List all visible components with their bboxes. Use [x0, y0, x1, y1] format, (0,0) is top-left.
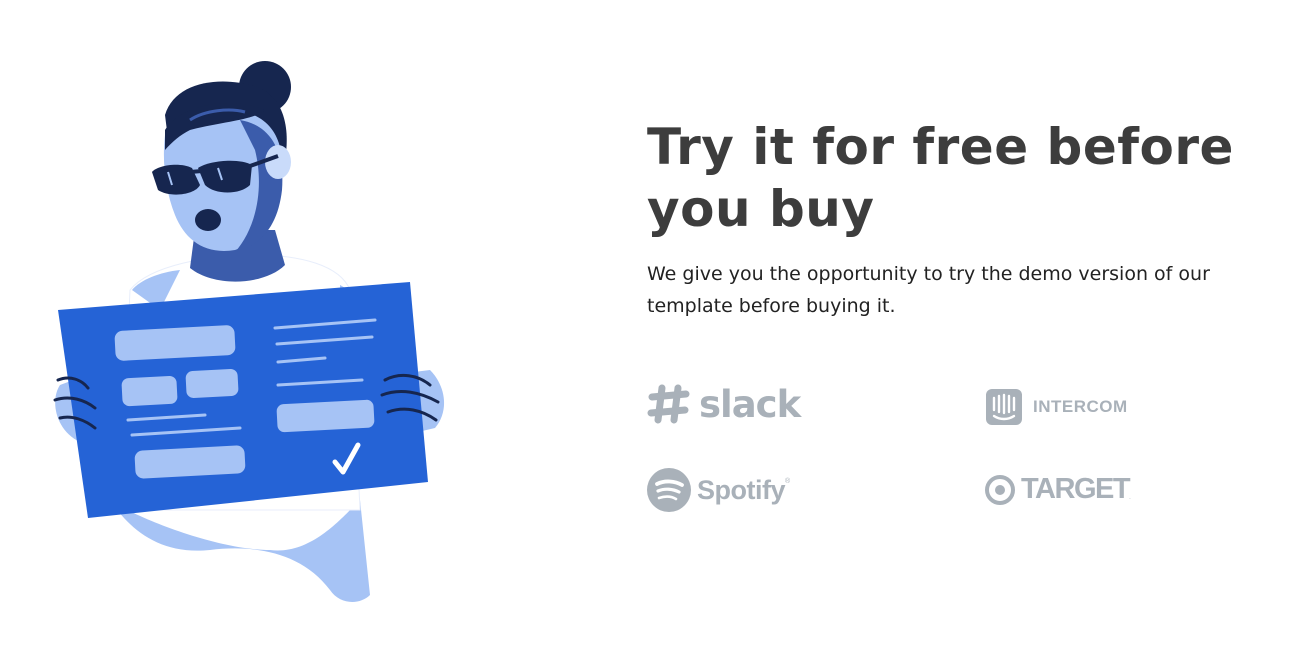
hero-illustration	[40, 50, 460, 610]
intercom-logo: INTERCOM	[986, 389, 1128, 425]
spotify-logo: Spotify ®	[647, 468, 790, 512]
target-trademark-dot: .	[1129, 495, 1131, 501]
slack-logo: slack	[647, 382, 801, 426]
spotify-wordmark: Spotify	[697, 474, 786, 505]
slack-hash-icon	[647, 384, 690, 424]
hero-content: Try it for free before you buy We give y…	[647, 116, 1267, 322]
woman-holding-sign-illustration	[53, 61, 445, 602]
target-bullseye-icon	[985, 474, 1015, 505]
spotify-registered-mark: ®	[785, 478, 791, 485]
intercom-wordmark: INTERCOM	[1033, 397, 1128, 416]
hero-subtext: We give you the opportunity to try the d…	[647, 263, 1210, 317]
slack-wordmark: slack	[699, 382, 801, 426]
client-logos: slack INTERCOM Spotify ® TARGET .	[647, 380, 1167, 520]
hero-headline: Try it for free before you buy	[647, 118, 1234, 238]
target-logo: TARGET .	[985, 473, 1131, 506]
target-wordmark: TARGET	[1021, 473, 1131, 505]
intercom-icon	[986, 389, 1022, 425]
spotify-icon	[647, 468, 691, 512]
